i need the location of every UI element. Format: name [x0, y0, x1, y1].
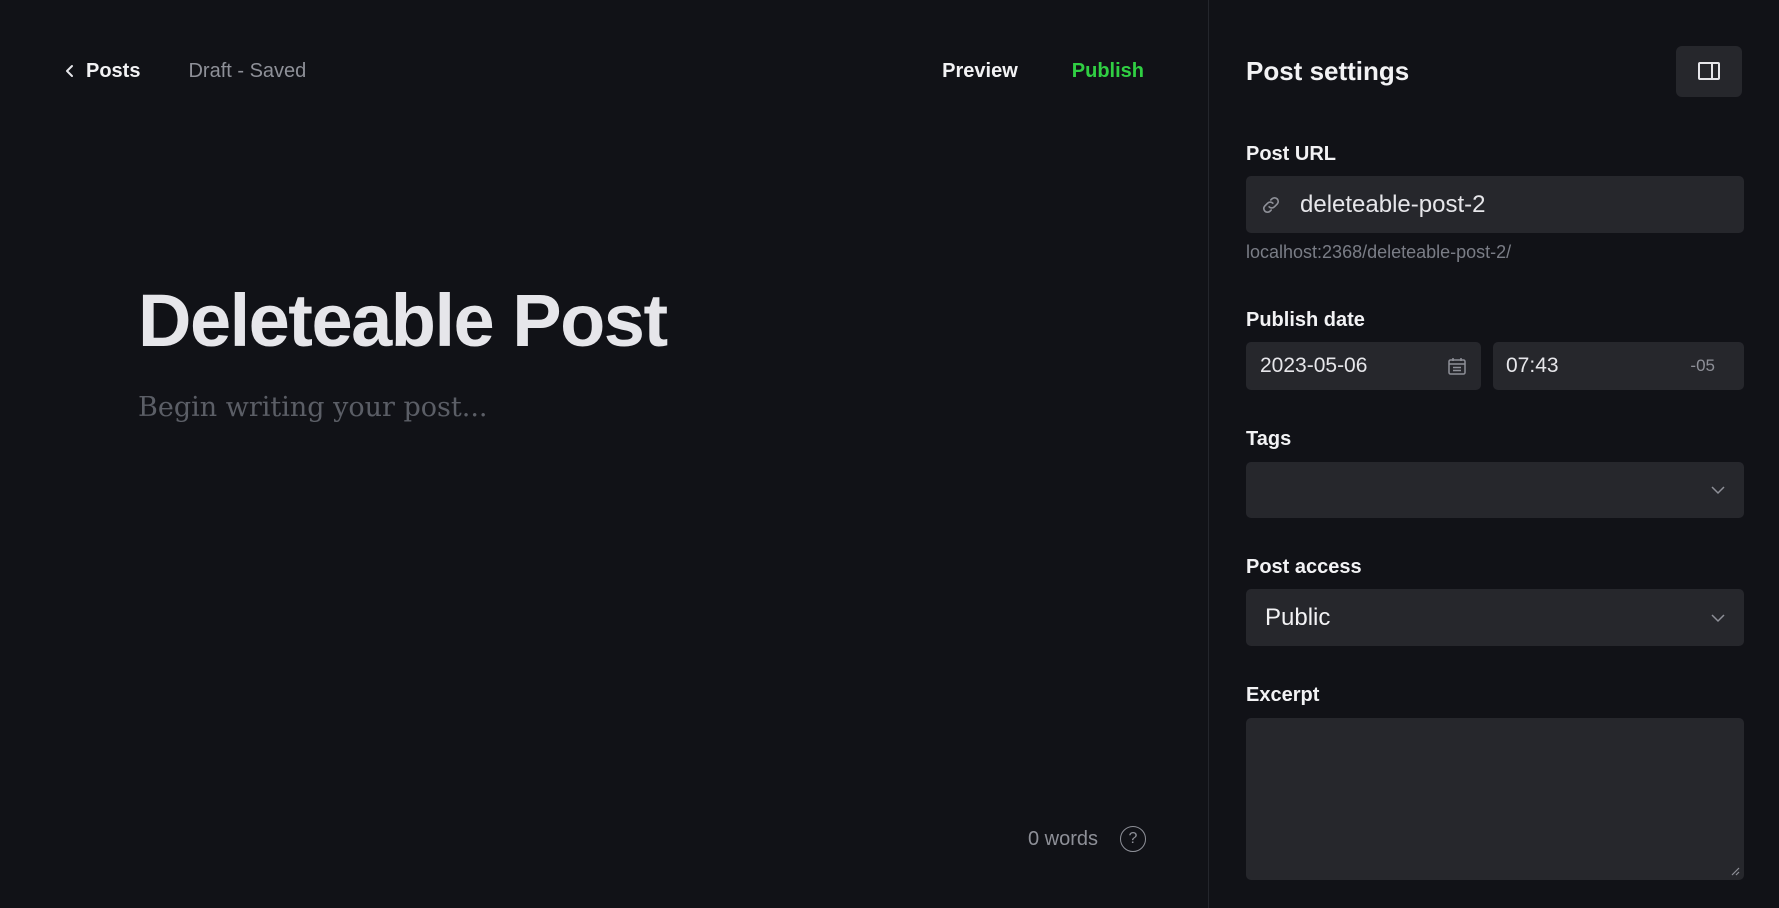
link-icon: [1262, 196, 1280, 213]
publish-time-input[interactable]: 07:43 -05: [1493, 342, 1744, 390]
save-status: Draft - Saved: [188, 59, 307, 82]
calendar-icon[interactable]: [1447, 356, 1467, 376]
chevron-left-icon: [66, 65, 73, 77]
post-body-editor[interactable]: Begin writing your post...: [138, 392, 487, 423]
publish-time-value: 07:43: [1506, 354, 1559, 377]
publish-button[interactable]: Publish: [1072, 60, 1144, 83]
post-title-input[interactable]: Deleteable Post: [138, 278, 668, 363]
publish-date-value: 2023-05-06: [1260, 354, 1368, 377]
post-access-label: Post access: [1246, 556, 1362, 578]
sidebar-header: Post settings: [1246, 45, 1742, 97]
excerpt-label: Excerpt: [1246, 684, 1320, 706]
post-url-label: Post URL: [1246, 143, 1336, 165]
preview-button[interactable]: Preview: [942, 60, 1018, 83]
timezone-offset: -05: [1690, 356, 1715, 375]
publish-date-label: Publish date: [1246, 309, 1365, 331]
editor-footer: 0 words ?: [1028, 826, 1146, 852]
sidebar-toggle-icon: [1698, 62, 1720, 80]
resize-handle-icon[interactable]: [1730, 866, 1740, 876]
tags-label: Tags: [1246, 428, 1292, 450]
post-access-value: Public: [1265, 603, 1331, 631]
post-url-hint: localhost:2368/deleteable-post-2/: [1246, 242, 1512, 262]
sidebar-title: Post settings: [1246, 55, 1410, 86]
help-icon[interactable]: ?: [1120, 826, 1146, 852]
back-label: Posts: [86, 59, 141, 82]
post-settings-sidebar: Post settings Post URL deleteable-post-2…: [1208, 0, 1779, 908]
post-url-field[interactable]: deleteable-post-2: [1246, 176, 1744, 233]
editor-pane: Posts Draft - Saved Preview Publish Dele…: [0, 0, 1208, 908]
editor-actions: Preview Publish: [942, 60, 1144, 83]
back-to-posts-link[interactable]: Posts: [64, 60, 140, 83]
sidebar-toggle-button[interactable]: [1676, 45, 1742, 97]
publish-date-input[interactable]: 2023-05-06: [1246, 342, 1481, 390]
editor-topbar: Posts Draft - Saved Preview Publish: [64, 48, 1144, 94]
chevron-down-icon: [1711, 613, 1725, 622]
tags-select[interactable]: [1246, 462, 1744, 518]
excerpt-textarea[interactable]: [1246, 718, 1744, 880]
post-access-select[interactable]: Public: [1246, 589, 1744, 646]
chevron-down-icon: [1711, 486, 1725, 495]
post-url-value: deleteable-post-2: [1300, 190, 1486, 218]
word-count: 0 words: [1027, 827, 1098, 850]
